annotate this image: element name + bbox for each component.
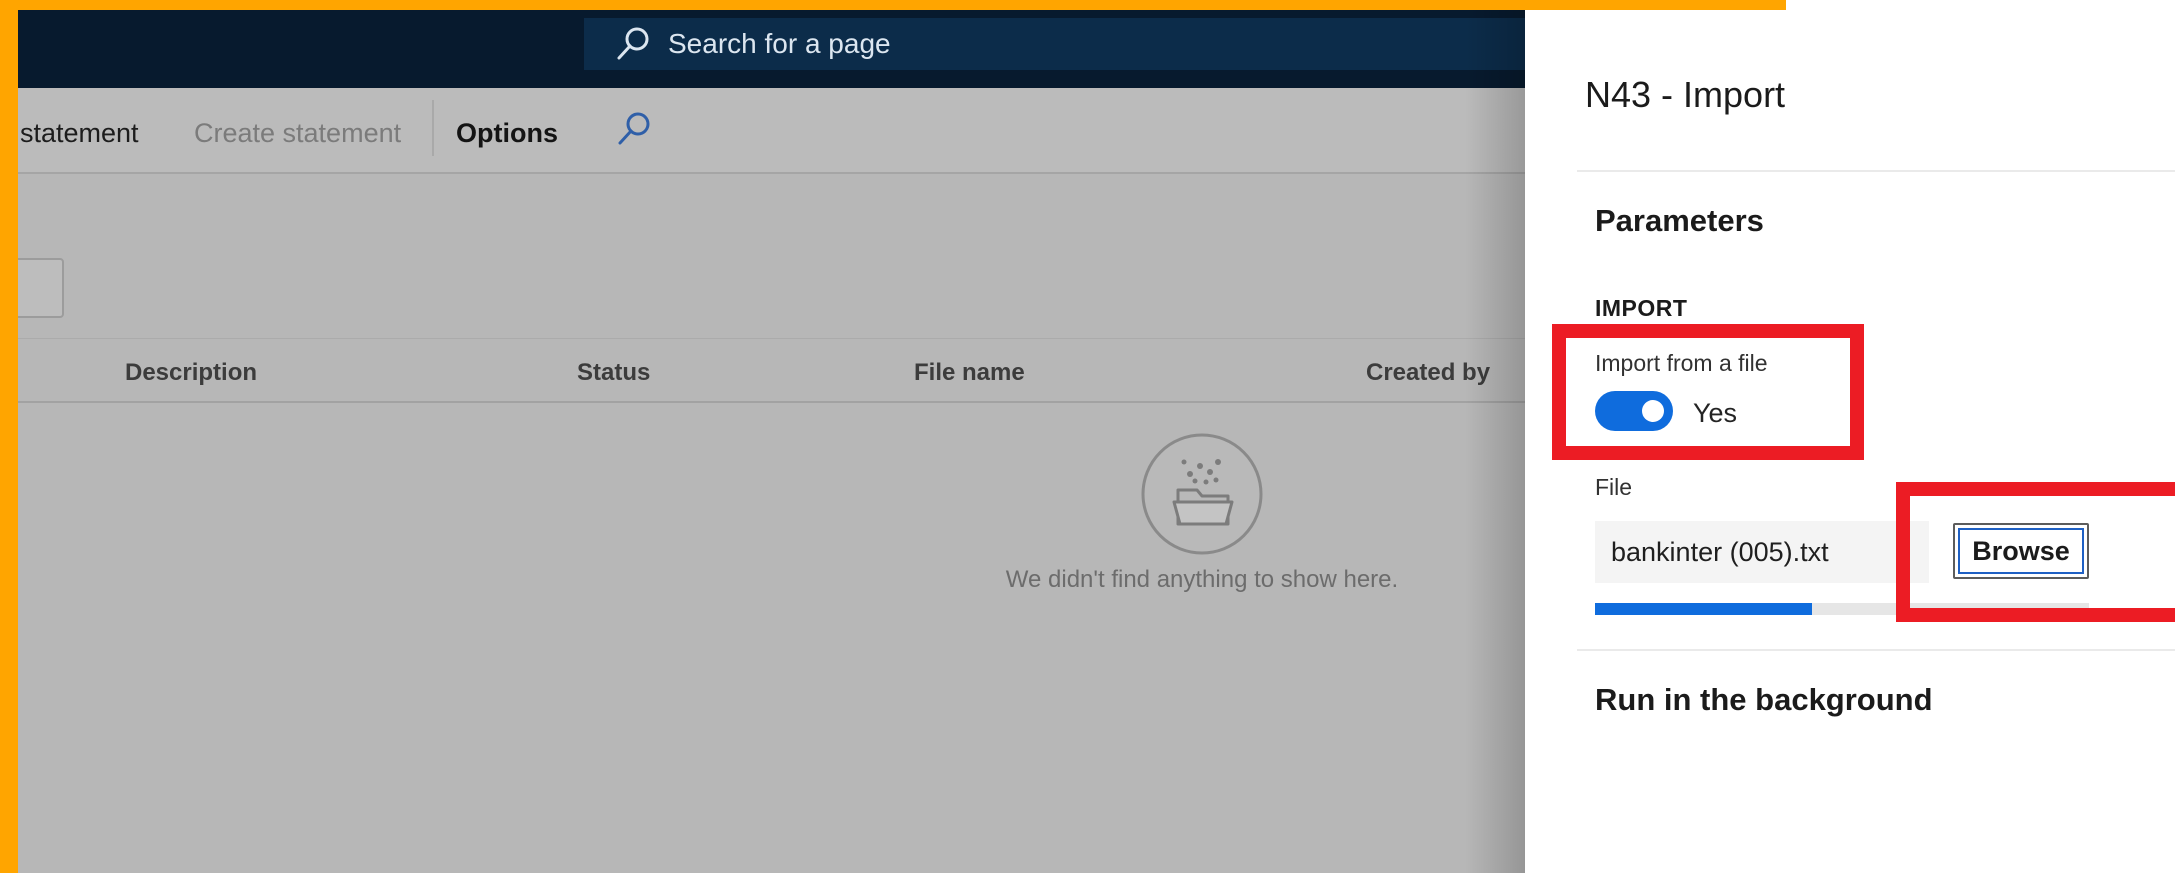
column-header-description[interactable]: Description [125,359,257,387]
search-box[interactable]: Search for a page [584,18,1525,70]
column-header-status[interactable]: Status [577,359,650,387]
find-icon[interactable] [614,110,654,150]
toggle-knob [1642,400,1664,422]
import-dialog: N43 - Import Parameters IMPORT Import fr… [1525,0,2175,873]
statement-button[interactable]: statement [20,118,139,149]
file-label: File [1595,474,1633,500]
screen: Search for a page statement Create state… [0,0,2175,873]
parameters-section-header[interactable]: Parameters [1595,203,1764,239]
action-pane: statement Create statement Options [0,88,1525,174]
orange-frame-top [0,0,1786,10]
search-placeholder: Search for a page [668,28,891,59]
options-tab[interactable]: Options [456,118,558,149]
toolbar-separator [432,100,434,156]
toggle-value: Yes [1693,398,1738,428]
orange-frame-left [0,0,18,873]
import-group-label: IMPORT [1595,295,1688,321]
column-header-file-name[interactable]: File name [914,359,1025,387]
panel-shadow [1465,0,1525,873]
import-from-file-toggle[interactable] [1595,391,1673,431]
grid-header: Description Status File name Created by [0,338,1525,403]
create-statement-button[interactable]: Create statement [194,118,401,149]
app-bar: Search for a page [0,0,1525,88]
run-in-background-section-header[interactable]: Run in the background [1595,682,1933,718]
browse-button[interactable]: Browse [1953,523,2089,579]
search-icon [612,23,654,65]
upload-progress-bar [1595,603,2089,615]
upload-progress-fill [1595,603,1813,615]
divider [1577,649,2175,651]
dialog-title: N43 - Import [1585,74,1786,115]
empty-folder-icon [1140,432,1264,556]
import-from-file-label: Import from a file [1595,350,1768,376]
file-name-field[interactable] [1595,521,1929,583]
divider [1577,170,2175,172]
empty-state-message: We didn't find anything to show here. [1005,566,1399,593]
